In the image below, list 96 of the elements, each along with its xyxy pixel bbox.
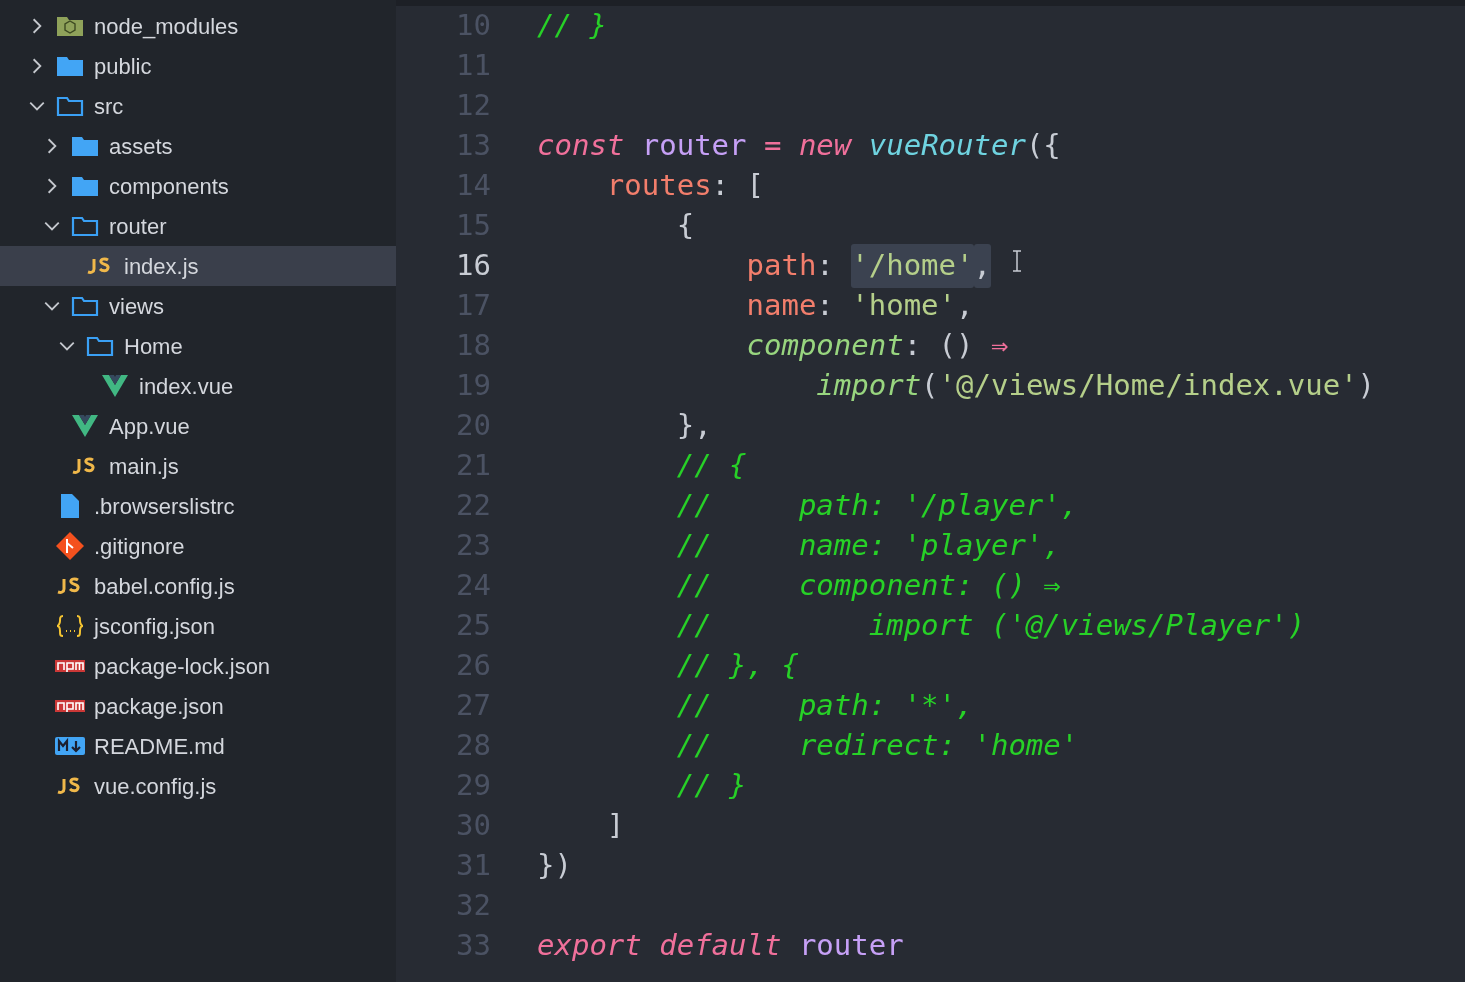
code-comment: // redirect: 'home' <box>675 727 1079 765</box>
document-icon <box>59 493 81 519</box>
file-row[interactable]: package-lock.json <box>0 646 396 686</box>
code-comment: // import ('@/views/Player') <box>675 607 1306 645</box>
file-name: assets <box>109 132 173 161</box>
code-token: { <box>675 207 695 245</box>
code-token: const <box>537 127 625 165</box>
file-name: babel.config.js <box>94 572 235 601</box>
code-token: routes <box>605 167 712 205</box>
code-token: }) <box>537 847 572 885</box>
code-token: path <box>745 247 817 285</box>
file-row[interactable]: package.json <box>0 686 396 726</box>
code-token: '@/views/Home/index.vue' <box>938 367 1358 405</box>
code-comment: // path: '*', <box>675 687 974 725</box>
code-token: : () <box>903 327 975 365</box>
file-name: components <box>109 172 229 201</box>
code-token: = <box>763 127 782 165</box>
code-token: ) <box>1357 367 1376 405</box>
file-name: vue.config.js <box>94 772 217 801</box>
file-name: README.md <box>94 732 225 761</box>
line-number: 16 <box>455 247 491 285</box>
folder-row[interactable]: node_modules <box>0 6 396 46</box>
file-name: main.js <box>109 452 179 481</box>
code-comment: // { <box>675 447 747 485</box>
file-name: views <box>109 292 164 321</box>
file-name: public <box>94 52 152 81</box>
file-name: src <box>94 92 124 121</box>
open-folder-icon <box>86 335 114 357</box>
open-folder-icon <box>56 95 84 117</box>
folder-row[interactable]: components <box>0 166 396 206</box>
markdown-icon <box>55 737 85 755</box>
code-token: ( <box>921 367 939 405</box>
code-token: vueRouter <box>867 127 1026 165</box>
file-row[interactable]: .gitignore <box>0 526 396 566</box>
file-name: package.json <box>94 692 224 721</box>
code-token: name <box>745 287 817 325</box>
code-token: new <box>797 127 852 165</box>
file-name: .gitignore <box>94 532 185 561</box>
code-token: component <box>745 327 904 365</box>
code-token: }, <box>675 407 712 445</box>
code-token: router <box>797 927 904 965</box>
code-comment: // }, { <box>675 647 799 685</box>
open-folder-icon <box>71 295 99 317</box>
code-token: : <box>816 247 835 285</box>
code-token: 'home' <box>851 287 957 325</box>
code-token: '/home' <box>851 244 974 288</box>
folder-row[interactable]: views <box>0 286 396 326</box>
code-token: : <box>816 287 835 325</box>
open-folder-icon <box>71 215 99 237</box>
file-name: router <box>109 212 167 241</box>
folder-row[interactable]: assets <box>0 126 396 166</box>
file-name: Home <box>124 332 183 361</box>
code-token: router <box>640 127 747 165</box>
file-name: package-lock.json <box>94 652 271 681</box>
file-row[interactable]: README.md <box>0 726 396 766</box>
file-name: jsconfig.json <box>94 612 216 641</box>
code-token: ] <box>605 807 625 845</box>
folder-row[interactable]: src <box>0 86 396 126</box>
file-row[interactable]: babel.config.js <box>0 566 396 606</box>
file-row[interactable]: App.vue <box>0 406 396 446</box>
file-name: node_modules <box>94 12 239 41</box>
code-token: export default <box>537 927 782 965</box>
code-comment: // component: () ⇒ <box>675 567 1061 605</box>
code-token: : [ <box>711 167 764 205</box>
code-token: import <box>815 367 922 405</box>
braces-icon <box>56 614 84 638</box>
node-folder-icon <box>56 15 84 37</box>
vue-file-icon <box>101 374 129 398</box>
file-row[interactable]: index.js <box>0 246 396 286</box>
code-token: , <box>973 244 991 288</box>
vue-file-icon <box>71 414 99 438</box>
code-token: ⇒ <box>990 327 1009 365</box>
file-name: index.vue <box>139 372 234 401</box>
folder-icon <box>71 135 99 157</box>
folder-row[interactable]: Home <box>0 326 396 366</box>
file-row[interactable]: .browserslistrc <box>0 486 396 526</box>
folder-icon <box>71 175 99 197</box>
folder-row[interactable]: router <box>0 206 396 246</box>
code-token: , <box>956 287 974 325</box>
folder-icon <box>56 55 84 77</box>
file-name: index.js <box>124 252 199 281</box>
code-comment: // } <box>675 767 747 805</box>
file-name: App.vue <box>109 412 190 441</box>
npm-icon <box>55 660 85 672</box>
npm-icon <box>55 700 85 712</box>
file-row[interactable]: index.vue <box>0 366 396 406</box>
code-comment: // } <box>537 7 607 45</box>
code-comment: // name: 'player', <box>675 527 1061 565</box>
code-comment: // path: '/player', <box>675 487 1079 525</box>
file-name: .browserslistrc <box>94 492 235 521</box>
file-row[interactable]: main.js <box>0 446 396 486</box>
folder-row[interactable]: public <box>0 46 396 86</box>
code-token: ({ <box>1025 127 1061 165</box>
file-row[interactable]: jsconfig.json <box>0 606 396 646</box>
git-icon <box>55 531 85 561</box>
file-row[interactable]: vue.config.js <box>0 766 396 806</box>
